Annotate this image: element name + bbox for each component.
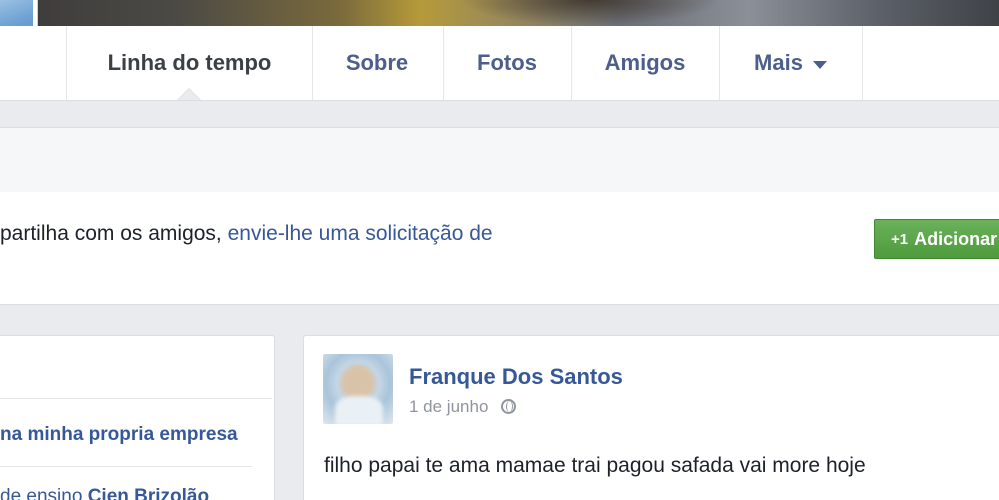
friend-request-message: partilha com os amigos,	[0, 222, 222, 245]
intro-education-prefix: de ensino	[0, 486, 83, 500]
add-friend-button[interactable]: +1 Adicionar	[874, 219, 999, 259]
tab-about-label: Sobre	[345, 50, 409, 75]
empty-strip	[0, 127, 999, 193]
tab-photos-label: Fotos	[477, 50, 537, 75]
add-friend-button-label: Adicionar	[914, 228, 998, 249]
friend-request-banner	[0, 192, 999, 305]
spacer-band	[0, 101, 999, 127]
intro-school-link[interactable]: Cien Brizolão	[88, 486, 209, 500]
active-tab-pointer	[178, 89, 200, 100]
tab-more[interactable]: Mais	[719, 26, 863, 100]
chevron-down-icon	[812, 60, 827, 69]
add-friend-icon: +1	[891, 230, 909, 248]
tab-friends[interactable]: Amigos	[571, 26, 720, 100]
post-body-text: filho papai te ama mamae trai pagou safa…	[324, 454, 866, 477]
tab-photos[interactable]: Fotos	[443, 26, 572, 100]
intro-divider	[0, 398, 272, 399]
post-author-name[interactable]: Franque Dos Santos	[409, 364, 623, 390]
globe-icon	[501, 399, 517, 414]
post-date-text: 1 de junho	[409, 397, 489, 416]
post-timestamp[interactable]: 1 de junho	[409, 397, 517, 417]
intro-card	[0, 335, 275, 500]
tab-more-label: Mais	[754, 50, 803, 75]
post-author-avatar[interactable]	[323, 354, 393, 424]
cover-photo-shade	[460, 0, 720, 26]
intro-work-link[interactable]: na minha propria empresa	[0, 424, 238, 446]
tab-about[interactable]: Sobre	[311, 26, 444, 100]
avatar-shirt	[335, 396, 383, 424]
facebook-profile-page: Linha do tempo Sobre Fotos Amigos Mais p…	[0, 0, 999, 500]
profile-nav-bar: Linha do tempo Sobre Fotos Amigos Mais	[0, 26, 999, 101]
tab-friends-label: Amigos	[604, 50, 686, 75]
intro-divider	[0, 466, 252, 467]
intro-education: de ensino Cien Brizolão	[0, 486, 209, 500]
friend-request-text: partilha com os amigos, envie-lhe uma so…	[0, 222, 493, 246]
tab-timeline-label: Linha do tempo	[107, 50, 272, 75]
avatar-face	[343, 366, 373, 400]
send-friend-request-link[interactable]: envie-lhe uma solicitação de	[228, 222, 493, 245]
